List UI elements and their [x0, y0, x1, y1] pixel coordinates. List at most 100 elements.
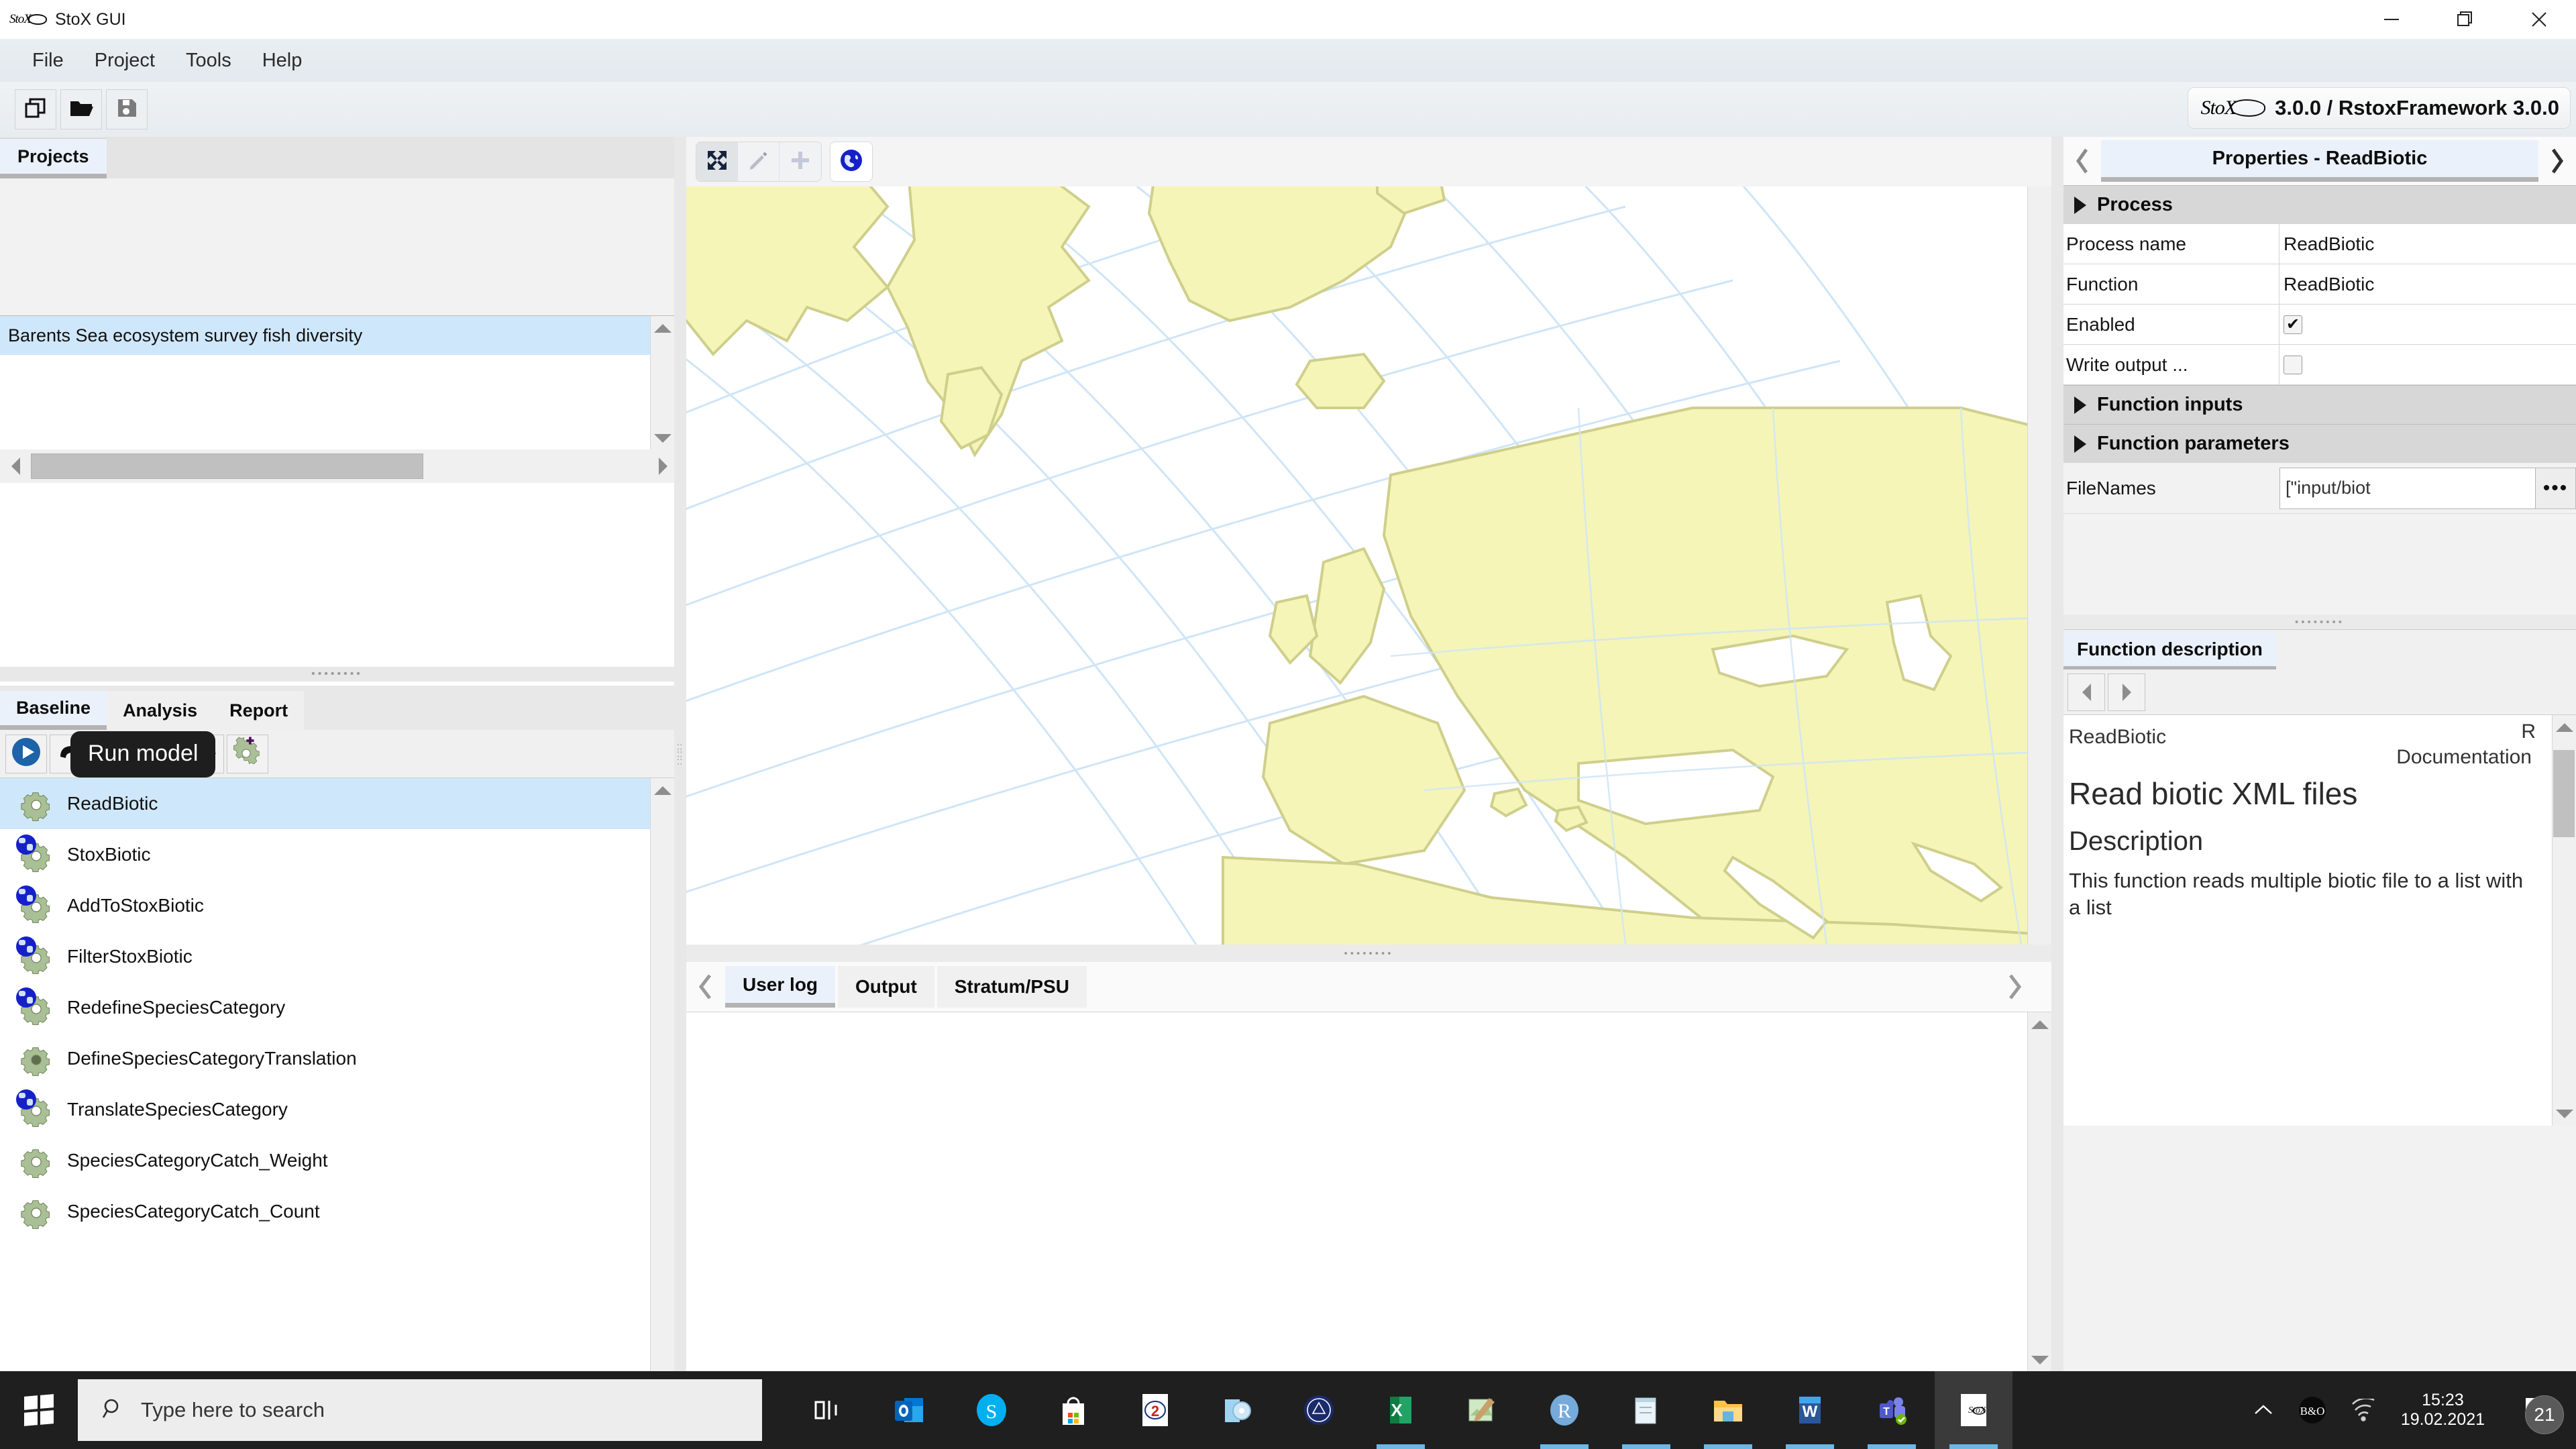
save-project-button[interactable]	[106, 89, 148, 129]
tab-report[interactable]: Report	[213, 691, 305, 730]
outlook-icon[interactable]	[871, 1371, 949, 1449]
bang-olufsen-icon[interactable]: B&O	[2298, 1395, 2327, 1425]
tab-projects[interactable]: Projects	[0, 138, 107, 178]
start-button[interactable]	[0, 1371, 78, 1449]
scroll-up-icon[interactable]	[2553, 715, 2576, 739]
restore-icon[interactable]	[2428, 0, 2502, 39]
list-item[interactable]: FilterStoxBiotic	[0, 931, 674, 982]
list-item[interactable]: Barents Sea ecosystem survey fish divers…	[0, 316, 674, 355]
right-panel-divider[interactable]	[2051, 137, 2063, 1371]
doc-scroll-thumb[interactable]	[2553, 750, 2575, 837]
open-project-button[interactable]	[60, 89, 102, 129]
teams-icon[interactable]: T	[1853, 1371, 1931, 1449]
paint-icon[interactable]	[1444, 1371, 1521, 1449]
add-process-button[interactable]	[227, 734, 268, 773]
close-icon[interactable]	[2502, 0, 2576, 39]
tab-output[interactable]: Output	[838, 966, 934, 1008]
right-splitter[interactable]: ••••••••	[2063, 614, 2576, 629]
projects-vertical-scrollbar[interactable]	[650, 316, 675, 450]
r-icon[interactable]: R	[1525, 1371, 1603, 1449]
tab-analysis[interactable]: Analysis	[107, 691, 214, 730]
group-process[interactable]: Process	[2063, 185, 2576, 224]
scroll-up-icon[interactable]	[651, 316, 675, 340]
enabled-checkbox-cell[interactable]: ✔	[2279, 305, 2576, 344]
scroll-up-icon[interactable]	[2028, 1012, 2052, 1036]
run-model-button[interactable]	[5, 734, 47, 773]
task-view-icon[interactable]	[789, 1371, 867, 1449]
scroll-right-icon[interactable]	[659, 458, 667, 475]
enabled-checkbox[interactable]: ✔	[2284, 315, 2302, 334]
filenames-browse-button[interactable]: •••	[2536, 467, 2576, 509]
scroll-down-icon[interactable]	[2028, 1348, 2052, 1372]
skype-icon[interactable]: S	[953, 1371, 1030, 1449]
function-description-content[interactable]: R ReadBiotic Documentation Read biotic X…	[2063, 715, 2576, 1126]
list-item[interactable]: TranslateSpeciesCategory	[0, 1084, 674, 1135]
user-log-content[interactable]	[686, 1012, 2052, 1372]
taskbar-clock[interactable]: 15:23 19.02.2021	[2401, 1391, 2485, 1430]
zoom-extent-button[interactable]	[696, 142, 738, 181]
list-item[interactable]: SpeciesCategoryCatch_Count	[0, 1186, 674, 1237]
scroll-left-icon[interactable]	[0, 458, 31, 475]
list-item[interactable]: DefineSpeciesCategoryTranslation	[0, 1033, 674, 1084]
tab-scroll-right-button[interactable]	[1995, 962, 2034, 1012]
tab-user-log[interactable]: User log	[725, 966, 836, 1008]
file-explorer-icon[interactable]	[1689, 1371, 1767, 1449]
scroll-up-icon[interactable]	[651, 778, 675, 802]
group-function-inputs[interactable]: Function inputs	[2063, 385, 2576, 424]
filenames-input[interactable]: ["input/biot	[2279, 467, 2536, 509]
menu-project[interactable]: Project	[83, 46, 167, 76]
write-output-checkbox[interactable]	[2284, 355, 2302, 374]
tab-stratum-psu[interactable]: Stratum/PSU	[936, 966, 1087, 1008]
menu-file[interactable]: File	[20, 46, 76, 76]
left-panel-divider[interactable]: ::::::	[674, 137, 686, 1371]
hscroll-thumb[interactable]	[31, 453, 423, 479]
table-row[interactable]: Process name ReadBiotic	[2063, 224, 2576, 264]
group-function-parameters[interactable]: Function parameters	[2063, 424, 2576, 463]
log-vertical-scrollbar[interactable]	[2027, 1012, 2052, 1372]
left-splitter[interactable]: ••••••••	[0, 667, 674, 682]
minimize-icon[interactable]	[2355, 0, 2428, 39]
menu-tools[interactable]: Tools	[174, 46, 244, 76]
menu-help[interactable]: Help	[250, 46, 315, 76]
table-row[interactable]: Enabled ✔	[2063, 305, 2576, 345]
map-canvas[interactable]	[686, 186, 2051, 945]
notepad-icon[interactable]	[1607, 1371, 1685, 1449]
doc-forward-button[interactable]	[2108, 673, 2145, 711]
list-item[interactable]: RedefineSpeciesCategory	[0, 982, 674, 1033]
scroll-down-icon[interactable]	[651, 426, 675, 450]
edit-button[interactable]	[738, 142, 780, 181]
scroll-down-icon[interactable]	[2553, 1102, 2576, 1126]
table-row[interactable]: Function ReadBiotic	[2063, 264, 2576, 305]
list-item[interactable]: SpeciesCategoryCatch_Weight	[0, 1135, 674, 1186]
chevron-left-icon[interactable]	[2063, 137, 2101, 185]
tab-function-description[interactable]: Function description	[2063, 632, 2276, 669]
process-name-field[interactable]: ReadBiotic	[2279, 224, 2576, 264]
chevron-up-icon[interactable]	[2252, 1401, 2275, 1419]
new-project-button[interactable]	[15, 89, 56, 129]
function-field[interactable]: ReadBiotic	[2279, 264, 2576, 304]
tab-scroll-left-button[interactable]	[686, 962, 725, 1012]
list-item[interactable]: StoxBiotic	[0, 829, 674, 880]
search-input[interactable]: Type here to search	[78, 1379, 762, 1441]
chevron-right-icon[interactable]	[2538, 137, 2576, 185]
word-icon[interactable]: W	[1771, 1371, 1849, 1449]
media-icon[interactable]	[1198, 1371, 1276, 1449]
microsoft-store-icon[interactable]	[1034, 1371, 1112, 1449]
institute-icon[interactable]	[1280, 1371, 1358, 1449]
map-vertical-scrollbar[interactable]	[2027, 186, 2051, 945]
list-item[interactable]: AddToStoxBiotic	[0, 880, 674, 931]
list-item[interactable]: ReadBiotic	[0, 778, 674, 829]
add-button[interactable]	[780, 142, 821, 181]
app2-icon[interactable]: 2	[1116, 1371, 1194, 1449]
doc-back-button[interactable]	[2068, 673, 2105, 711]
wifi-icon[interactable]	[2350, 1399, 2378, 1421]
stox-icon[interactable]: StoX	[1935, 1371, 2012, 1449]
table-row[interactable]: FileNames ["input/biot •••	[2063, 463, 2576, 514]
excel-icon[interactable]: X	[1362, 1371, 1440, 1449]
doc-vertical-scrollbar[interactable]	[2552, 715, 2576, 1126]
projects-horizontal-scrollbar[interactable]	[0, 449, 674, 483]
notifications-button[interactable]: 21	[2508, 1371, 2569, 1449]
globe-button[interactable]	[830, 142, 872, 181]
table-row[interactable]: Write output ...	[2063, 345, 2576, 385]
tab-baseline[interactable]: Baseline	[0, 691, 107, 730]
